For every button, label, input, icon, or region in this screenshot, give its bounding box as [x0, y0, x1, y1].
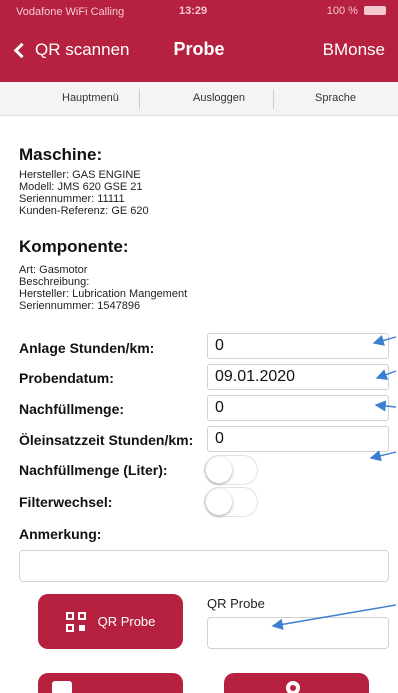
arrow-date: [375, 369, 397, 380]
arrow-oil-hours: [369, 450, 397, 462]
arrow-hours: [372, 335, 397, 346]
arrow-refill: [374, 400, 397, 412]
arrow-qr: [271, 604, 397, 630]
annotation-arrows: [271, 335, 397, 630]
